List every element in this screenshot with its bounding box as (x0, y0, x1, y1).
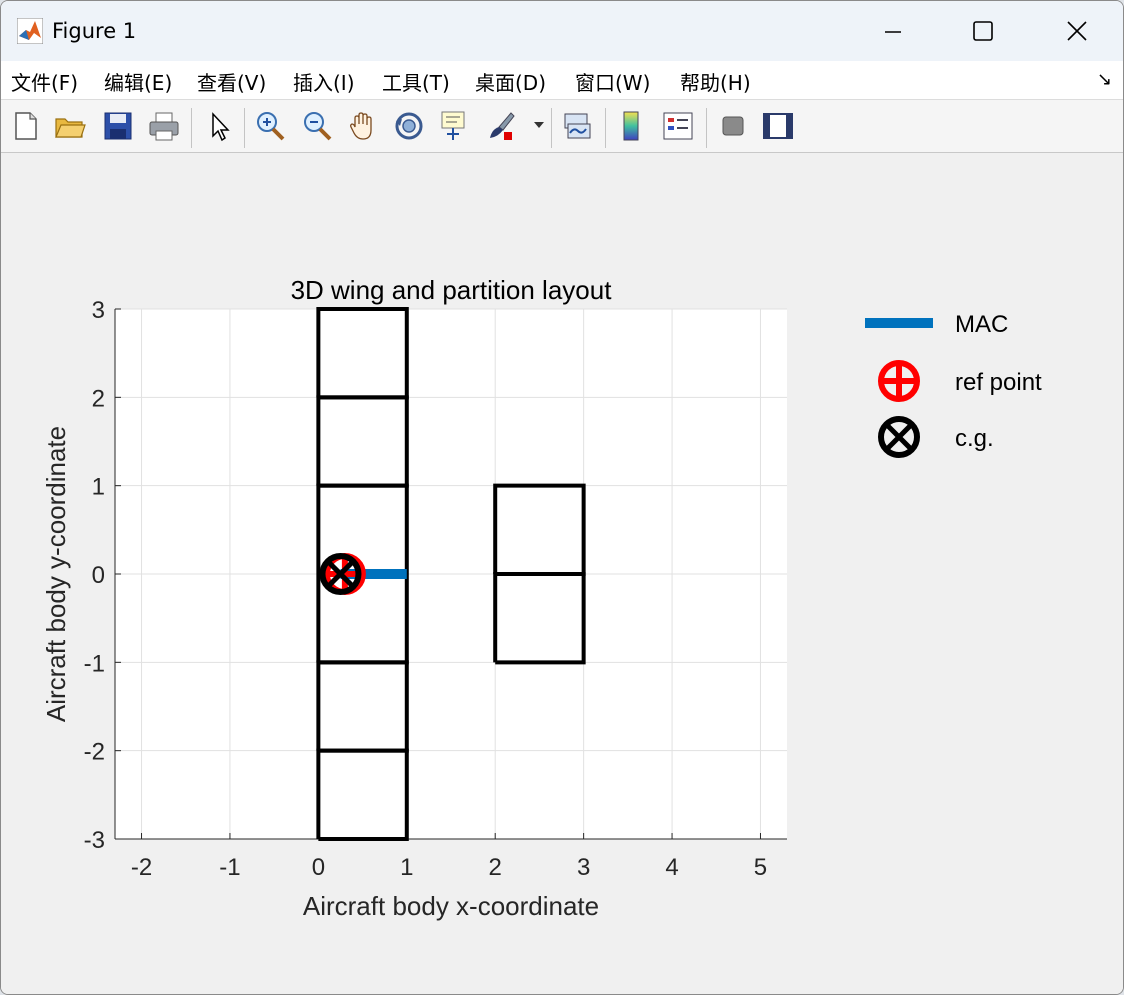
menu-desktop[interactable]: 桌面(D) (475, 67, 546, 96)
legend-cg-swatch (878, 416, 920, 458)
menu-help[interactable]: 帮助(H) (680, 67, 751, 96)
x-tick-label: 0 (312, 854, 325, 881)
y-tick-label: 1 (92, 474, 105, 501)
menu-file[interactable]: 文件(F) (11, 67, 78, 96)
zoom-in-icon[interactable] (253, 109, 287, 143)
x-tick-label: 3 (577, 854, 590, 881)
x-tick-label: 4 (665, 854, 678, 881)
x-tick-label: 1 (400, 854, 413, 881)
zoom-out-icon[interactable] (300, 109, 334, 143)
y-tick-label: -1 (84, 650, 105, 677)
rotate-3d-icon[interactable] (392, 109, 426, 143)
figure-window: Figure 1 文件(F) 编辑(E) 查看(V) 插入(I) 工具(T) 桌… (0, 0, 1124, 995)
toolbar-separator (706, 108, 707, 148)
menu-tools[interactable]: 工具(T) (382, 67, 450, 96)
menu-bar: 文件(F) 编辑(E) 查看(V) 插入(I) 工具(T) 桌面(D) 窗口(W… (1, 61, 1123, 100)
maximize-button[interactable] (937, 1, 1029, 61)
print-icon[interactable] (147, 109, 181, 143)
colorbar-icon[interactable] (615, 109, 649, 143)
menu-view[interactable]: 查看(V) (197, 67, 266, 96)
minimize-button[interactable] (847, 1, 939, 61)
toolbar-separator (605, 108, 606, 148)
save-icon[interactable] (101, 109, 135, 143)
brush-icon[interactable] (485, 109, 519, 143)
y-axis-label: Aircraft body y-coordinate (41, 426, 71, 722)
open-file-icon[interactable] (53, 109, 87, 143)
figure-canvas: -2 -1 0 1 2 3 4 5 -3 -2 -1 0 1 2 3 3D wing and partitio… (1, 153, 1123, 994)
y-tick-label: -2 (84, 739, 105, 766)
new-figure-icon[interactable] (9, 109, 43, 143)
data-cursor-icon[interactable] (438, 109, 472, 143)
x-axis-label: Aircraft body x-coordinate (303, 891, 599, 921)
menu-window[interactable]: 窗口(W) (575, 67, 650, 96)
dock-arrow-icon[interactable]: ↘ (1097, 69, 1112, 90)
close-button[interactable] (1031, 1, 1123, 61)
title-bar: Figure 1 (1, 1, 1123, 61)
menu-edit[interactable]: 编辑(E) (104, 67, 172, 96)
matlab-logo-icon (17, 18, 43, 44)
pan-hand-icon[interactable] (346, 109, 380, 143)
toolbar-separator (244, 108, 245, 148)
maximize-icon (973, 21, 993, 41)
chart-title: 3D wing and partition layout (291, 275, 613, 305)
x-tick-label: 5 (754, 854, 767, 881)
brush-dropdown-icon[interactable] (533, 120, 545, 130)
select-arrow-icon[interactable] (203, 109, 237, 143)
toolbar-separator (551, 108, 552, 148)
y-tick-label: -3 (84, 827, 105, 854)
window-title: Figure 1 (52, 19, 137, 43)
hide-plot-tools-icon[interactable] (716, 109, 750, 143)
y-tick-label: 2 (92, 385, 105, 412)
legend-label: c.g. (955, 425, 994, 452)
y-tick-label: 0 (92, 562, 105, 589)
x-tick-label: 2 (489, 854, 502, 881)
legend-label: ref point (955, 369, 1042, 396)
close-icon (1067, 21, 1087, 41)
y-tick-label: 3 (92, 297, 105, 324)
legend-ref-point-swatch (878, 360, 920, 402)
x-tick-label: -2 (131, 854, 152, 881)
toolbar (1, 100, 1123, 153)
minimize-icon (885, 31, 901, 33)
show-plot-tools-icon[interactable] (761, 109, 795, 143)
menu-insert[interactable]: 插入(I) (293, 67, 355, 96)
chart: -2 -1 0 1 2 3 4 5 -3 -2 -1 0 1 2 3 3D wing and partitio… (41, 275, 1042, 921)
legend-label: MAC (955, 311, 1008, 338)
x-tick-label: -1 (219, 854, 240, 881)
legend-icon[interactable] (661, 109, 695, 143)
toolbar-separator (191, 108, 192, 148)
link-plot-icon[interactable] (560, 109, 594, 143)
